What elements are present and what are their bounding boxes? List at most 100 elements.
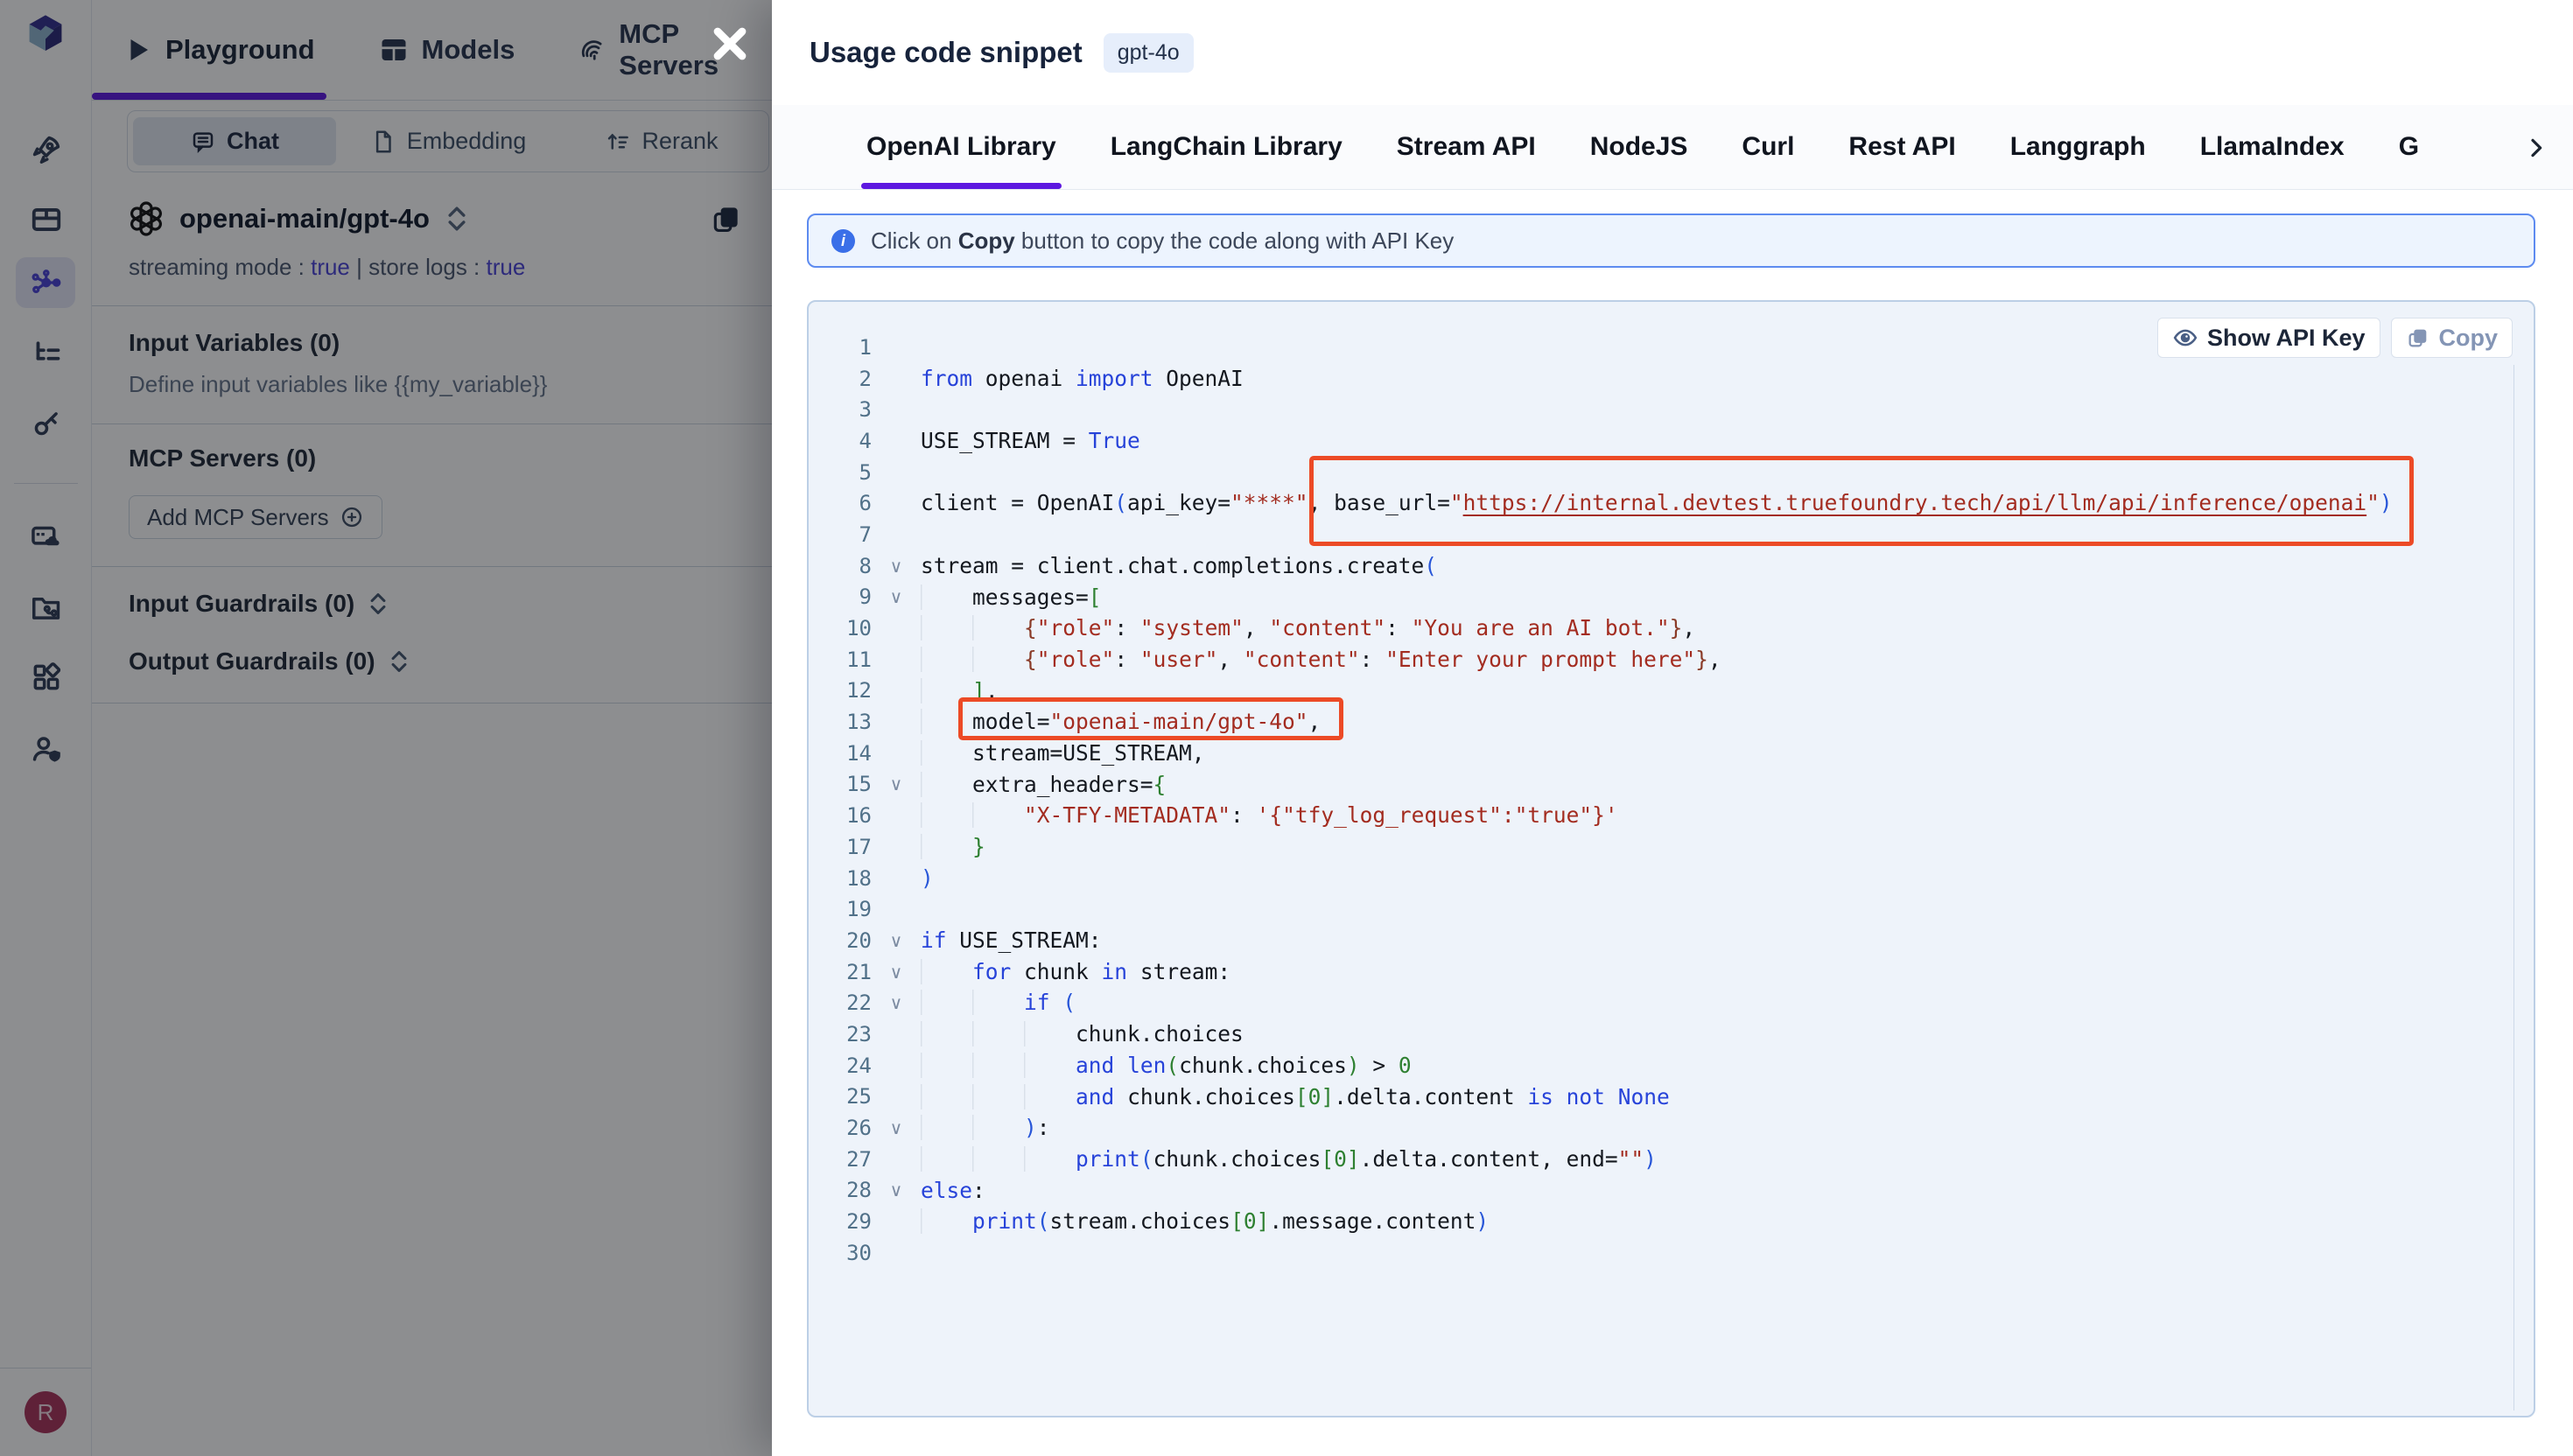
code-text: {"role": "system", "content": "You are a…: [921, 612, 1695, 644]
code-text: and chunk.choices[0].delta.content is no…: [921, 1082, 1670, 1113]
code-line: 17 }: [809, 831, 2534, 863]
code-line: 30: [809, 1237, 2534, 1269]
code-text: if (: [921, 987, 1076, 1018]
code-text: stream=USE_STREAM,: [921, 738, 1205, 769]
code-text: ):: [921, 1112, 1050, 1144]
code-line: 26∨ ):: [809, 1112, 2534, 1144]
code-line: 11 {"role": "user", "content": "Enter yo…: [809, 644, 2534, 676]
model-annotation-box: [958, 697, 1343, 740]
line-number: 17: [809, 835, 872, 859]
code-text: messages=[: [921, 582, 1102, 613]
line-number: 15: [809, 772, 872, 796]
tab-stream-api[interactable]: Stream API: [1397, 105, 1536, 189]
code-text: for chunk in stream:: [921, 956, 1230, 988]
code-text: }: [921, 831, 985, 863]
tab-langgraph[interactable]: Langgraph: [2010, 105, 2146, 189]
code-text: chunk.choices: [921, 1018, 1244, 1050]
code-text: stream = client.chat.completions.create(: [921, 550, 1437, 582]
fold-chevron-icon[interactable]: ∨: [872, 930, 921, 951]
line-number: 23: [809, 1022, 872, 1046]
code-text: extra_headers={: [921, 769, 1166, 801]
info-icon: i: [831, 229, 855, 253]
chevron-right-icon: [2522, 134, 2550, 162]
modal-backdrop[interactable]: [0, 0, 772, 1456]
tab-cut-off[interactable]: G: [2399, 105, 2419, 189]
code-line: 23 chunk.choices: [809, 1018, 2534, 1050]
code-editor: Show API Key Copy 1 2 from openai import O…: [807, 300, 2535, 1418]
fold-chevron-icon[interactable]: ∨: [872, 962, 921, 983]
line-number: 7: [809, 522, 872, 547]
code-line: 4USE_STREAM = True: [809, 425, 2534, 457]
copy-code-label: Copy: [2439, 325, 2499, 352]
modal-body: i Click on Copy button to copy the code …: [807, 214, 2535, 1418]
base-url-annotation-box: [1309, 456, 2414, 546]
line-number: 1: [809, 335, 872, 360]
fold-chevron-icon[interactable]: ∨: [872, 774, 921, 794]
show-api-key-label: Show API Key: [2207, 325, 2366, 352]
code-line: 15∨ extra_headers={: [809, 769, 2534, 801]
show-api-key-button[interactable]: Show API Key: [2157, 318, 2380, 358]
copy-info-banner: i Click on Copy button to copy the code …: [807, 214, 2535, 268]
code-line: 2 from openai import OpenAI: [809, 363, 2534, 395]
code-line: 21∨ for chunk in stream:: [809, 956, 2534, 988]
fold-chevron-icon[interactable]: ∨: [872, 1180, 921, 1200]
eye-icon: [2172, 325, 2198, 351]
fold-chevron-icon[interactable]: ∨: [872, 1117, 921, 1138]
code-text: "X-TFY-METADATA": '{"tfy_log_request":"t…: [921, 800, 1618, 831]
copy-icon: [2406, 326, 2430, 350]
tab-rest-api[interactable]: Rest API: [1848, 105, 1955, 189]
tab-llamaindex[interactable]: LlamaIndex: [2200, 105, 2345, 189]
tab-langchain-library[interactable]: LangChain Library: [1111, 105, 1343, 189]
line-number: 28: [809, 1178, 872, 1202]
code-line: 24 and len(chunk.choices) > 0: [809, 1050, 2534, 1082]
code-line: 9∨ messages=[: [809, 582, 2534, 613]
line-number: 24: [809, 1054, 872, 1078]
tab-nodejs[interactable]: NodeJS: [1590, 105, 1688, 189]
fold-chevron-icon[interactable]: ∨: [872, 992, 921, 1013]
code-line: 18): [809, 863, 2534, 894]
line-number: 10: [809, 616, 872, 640]
line-number: 27: [809, 1147, 872, 1172]
code-line: 28∨else:: [809, 1175, 2534, 1207]
tabs-scroll-right[interactable]: [2522, 105, 2550, 190]
close-icon[interactable]: [705, 19, 754, 68]
code-text: else:: [921, 1175, 985, 1207]
code-line: 19: [809, 893, 2534, 925]
code-text: USE_STREAM = True: [921, 425, 1140, 457]
code-line: 16 "X-TFY-METADATA": '{"tfy_log_request"…: [809, 800, 2534, 831]
code-line: 29 print(stream.choices[0].message.conte…: [809, 1206, 2534, 1237]
code-line: 10 {"role": "system", "content": "You ar…: [809, 612, 2534, 644]
line-number: 9: [809, 584, 872, 609]
code-line: 25 and chunk.choices[0].delta.content is…: [809, 1082, 2534, 1113]
line-number: 6: [809, 491, 872, 515]
code-line: 22∨ if (: [809, 987, 2534, 1018]
code-line: 3: [809, 394, 2534, 425]
line-number: 30: [809, 1241, 872, 1265]
line-number: 2: [809, 367, 872, 391]
line-number: 5: [809, 460, 872, 485]
line-number: 8: [809, 554, 872, 578]
code-text: and len(chunk.choices) > 0: [921, 1050, 1412, 1082]
code-text: print(chunk.choices[0].delta.content, en…: [921, 1144, 1657, 1175]
line-number: 29: [809, 1209, 872, 1234]
line-number: 14: [809, 741, 872, 766]
usage-code-snippet-modal: Usage code snippet gpt-4o OpenAI Library…: [772, 0, 2573, 1456]
fold-chevron-icon[interactable]: ∨: [872, 556, 921, 577]
fold-chevron-icon[interactable]: ∨: [872, 586, 921, 607]
modal-title: Usage code snippet: [810, 36, 1083, 69]
copy-code-button[interactable]: Copy: [2391, 318, 2513, 358]
code-text: ): [921, 863, 934, 894]
tab-openai-library[interactable]: OpenAI Library: [866, 105, 1056, 189]
line-number: 13: [809, 710, 872, 734]
code-line: 14 stream=USE_STREAM,: [809, 738, 2534, 769]
code-text: {"role": "user", "content": "Enter your …: [921, 644, 1721, 676]
line-number: 18: [809, 866, 872, 891]
code-text: if USE_STREAM:: [921, 925, 1102, 956]
line-number: 20: [809, 928, 872, 953]
line-number: 25: [809, 1084, 872, 1109]
line-number: 16: [809, 803, 872, 828]
tab-curl[interactable]: Curl: [1742, 105, 1794, 189]
code-text: from openai import OpenAI: [921, 363, 1244, 395]
modal-header: Usage code snippet gpt-4o: [772, 0, 2573, 105]
line-number: 21: [809, 960, 872, 984]
